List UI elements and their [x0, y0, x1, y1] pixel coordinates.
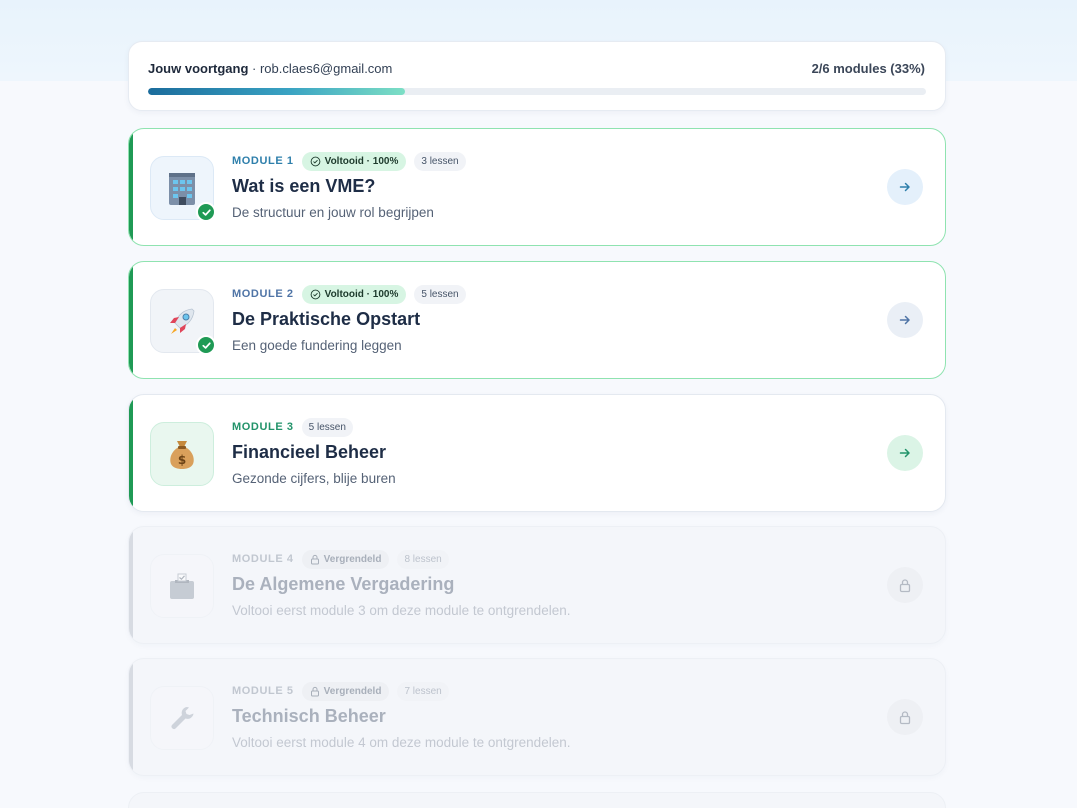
progress-card: Jouw voortgang · rob.claes6@gmail.com 2/… — [128, 41, 946, 111]
status-badge: Vergrendeld — [301, 681, 390, 701]
lock-icon — [310, 554, 319, 564]
module-subtitle: Gezonde cijfers, blije buren — [232, 471, 396, 486]
progress-label: Jouw voortgang · rob.claes6@gmail.com — [148, 61, 392, 76]
open-module-button[interactable] — [887, 435, 923, 471]
lessons-badge: 5 lessen — [301, 417, 353, 437]
status-badge-label: Voltooid · 100% — [324, 155, 399, 167]
module-icon-container — [150, 686, 214, 750]
module-number: MODULE 3 — [232, 421, 294, 433]
module-subtitle: De structuur en jouw rol begrijpen — [232, 205, 434, 220]
lock-icon — [899, 578, 911, 592]
lessons-badge: 7 lessen — [397, 681, 449, 701]
open-module-button[interactable] — [887, 169, 923, 205]
progress-bar — [148, 88, 926, 95]
module-number: MODULE 4 — [232, 553, 294, 565]
progress-separator: · — [248, 61, 260, 76]
progress-title: Jouw voortgang — [148, 61, 249, 76]
module-card-5: MODULE 5 Vergrendeld 7 lessen Technisch … — [128, 658, 946, 776]
wrench-icon — [167, 703, 197, 733]
module-meta: MODULE 4 Vergrendeld 8 lessen — [232, 549, 449, 569]
status-badge-label: Voltooid · 100% — [324, 288, 399, 300]
svg-text:$: $ — [178, 453, 186, 467]
arrow-right-icon — [899, 315, 910, 325]
ballot-box-icon — [166, 570, 198, 602]
open-module-button[interactable] — [887, 302, 923, 338]
status-badge-label: Vergrendeld — [323, 685, 382, 697]
user-email: rob.claes6@gmail.com — [259, 61, 393, 76]
module-card-4: MODULE 4 Vergrendeld 8 lessen De Algemen… — [128, 526, 946, 644]
module-card-2[interactable]: MODULE 2 Voltooid · 100% 5 lessen De Pra… — [128, 261, 946, 379]
module-subtitle: Een goede fundering leggen — [232, 338, 402, 353]
module-accent-bar — [129, 659, 133, 775]
lock-icon — [899, 710, 911, 724]
module-accent-bar — [129, 129, 133, 245]
module-meta: MODULE 2 Voltooid · 100% 5 lessen — [232, 284, 466, 304]
module-number: MODULE 2 — [232, 288, 294, 300]
arrow-right-icon — [899, 448, 910, 458]
module-meta: MODULE 1 Voltooid · 100% 3 lessen — [232, 151, 466, 171]
module-card-1[interactable]: MODULE 1 Voltooid · 100% 3 lessen Wat is… — [128, 128, 946, 246]
module-title: Financieel Beheer — [232, 442, 387, 462]
locked-indicator — [887, 699, 923, 735]
status-badge: Voltooid · 100% — [301, 284, 407, 304]
module-title: De Algemene Vergadering — [232, 574, 455, 594]
status-badge-label: Vergrendeld — [323, 553, 382, 565]
module-number: MODULE 1 — [232, 155, 294, 167]
arrow-right-icon — [899, 182, 910, 192]
module-title: De Praktische Opstart — [232, 309, 421, 329]
check-circle-icon — [310, 289, 320, 299]
module-subtitle: Voltooi eerst module 4 om deze module te… — [232, 735, 571, 750]
module-accent-bar — [129, 527, 133, 643]
module-title: Technisch Beheer — [232, 706, 386, 726]
module-icon-container: $ — [150, 422, 214, 486]
money-bag-icon: $ — [166, 437, 198, 471]
module-title: Wat is een VME? — [232, 176, 376, 196]
check-circle-icon — [310, 156, 320, 166]
module-accent-bar — [129, 262, 133, 378]
lessons-badge: 3 lessen — [414, 151, 466, 171]
module-meta: MODULE 5 Vergrendeld 7 lessen — [232, 681, 449, 701]
lessons-badge: 5 lessen — [414, 284, 466, 304]
status-badge: Voltooid · 100% — [301, 151, 407, 171]
module-meta: MODULE 3 5 lessen — [232, 417, 353, 437]
locked-indicator — [887, 567, 923, 603]
rocket-icon — [165, 304, 199, 338]
completed-check-icon — [196, 202, 216, 222]
progress-count: 2/6 modules (33%) — [811, 61, 925, 76]
module-card-3[interactable]: $ MODULE 3 5 lessen Financieel Beheer Ge… — [128, 394, 946, 512]
module-accent-bar — [129, 395, 133, 511]
status-badge: Vergrendeld — [301, 549, 390, 569]
module-number: MODULE 5 — [232, 685, 294, 697]
building-icon — [165, 170, 199, 206]
completed-check-icon — [196, 335, 216, 355]
module-card-6-partial — [128, 792, 946, 808]
lock-icon — [310, 686, 319, 696]
module-icon-container — [150, 554, 214, 618]
module-subtitle: Voltooi eerst module 3 om deze module te… — [232, 603, 571, 618]
lessons-badge: 8 lessen — [397, 549, 449, 569]
progress-bar-fill — [148, 88, 405, 95]
